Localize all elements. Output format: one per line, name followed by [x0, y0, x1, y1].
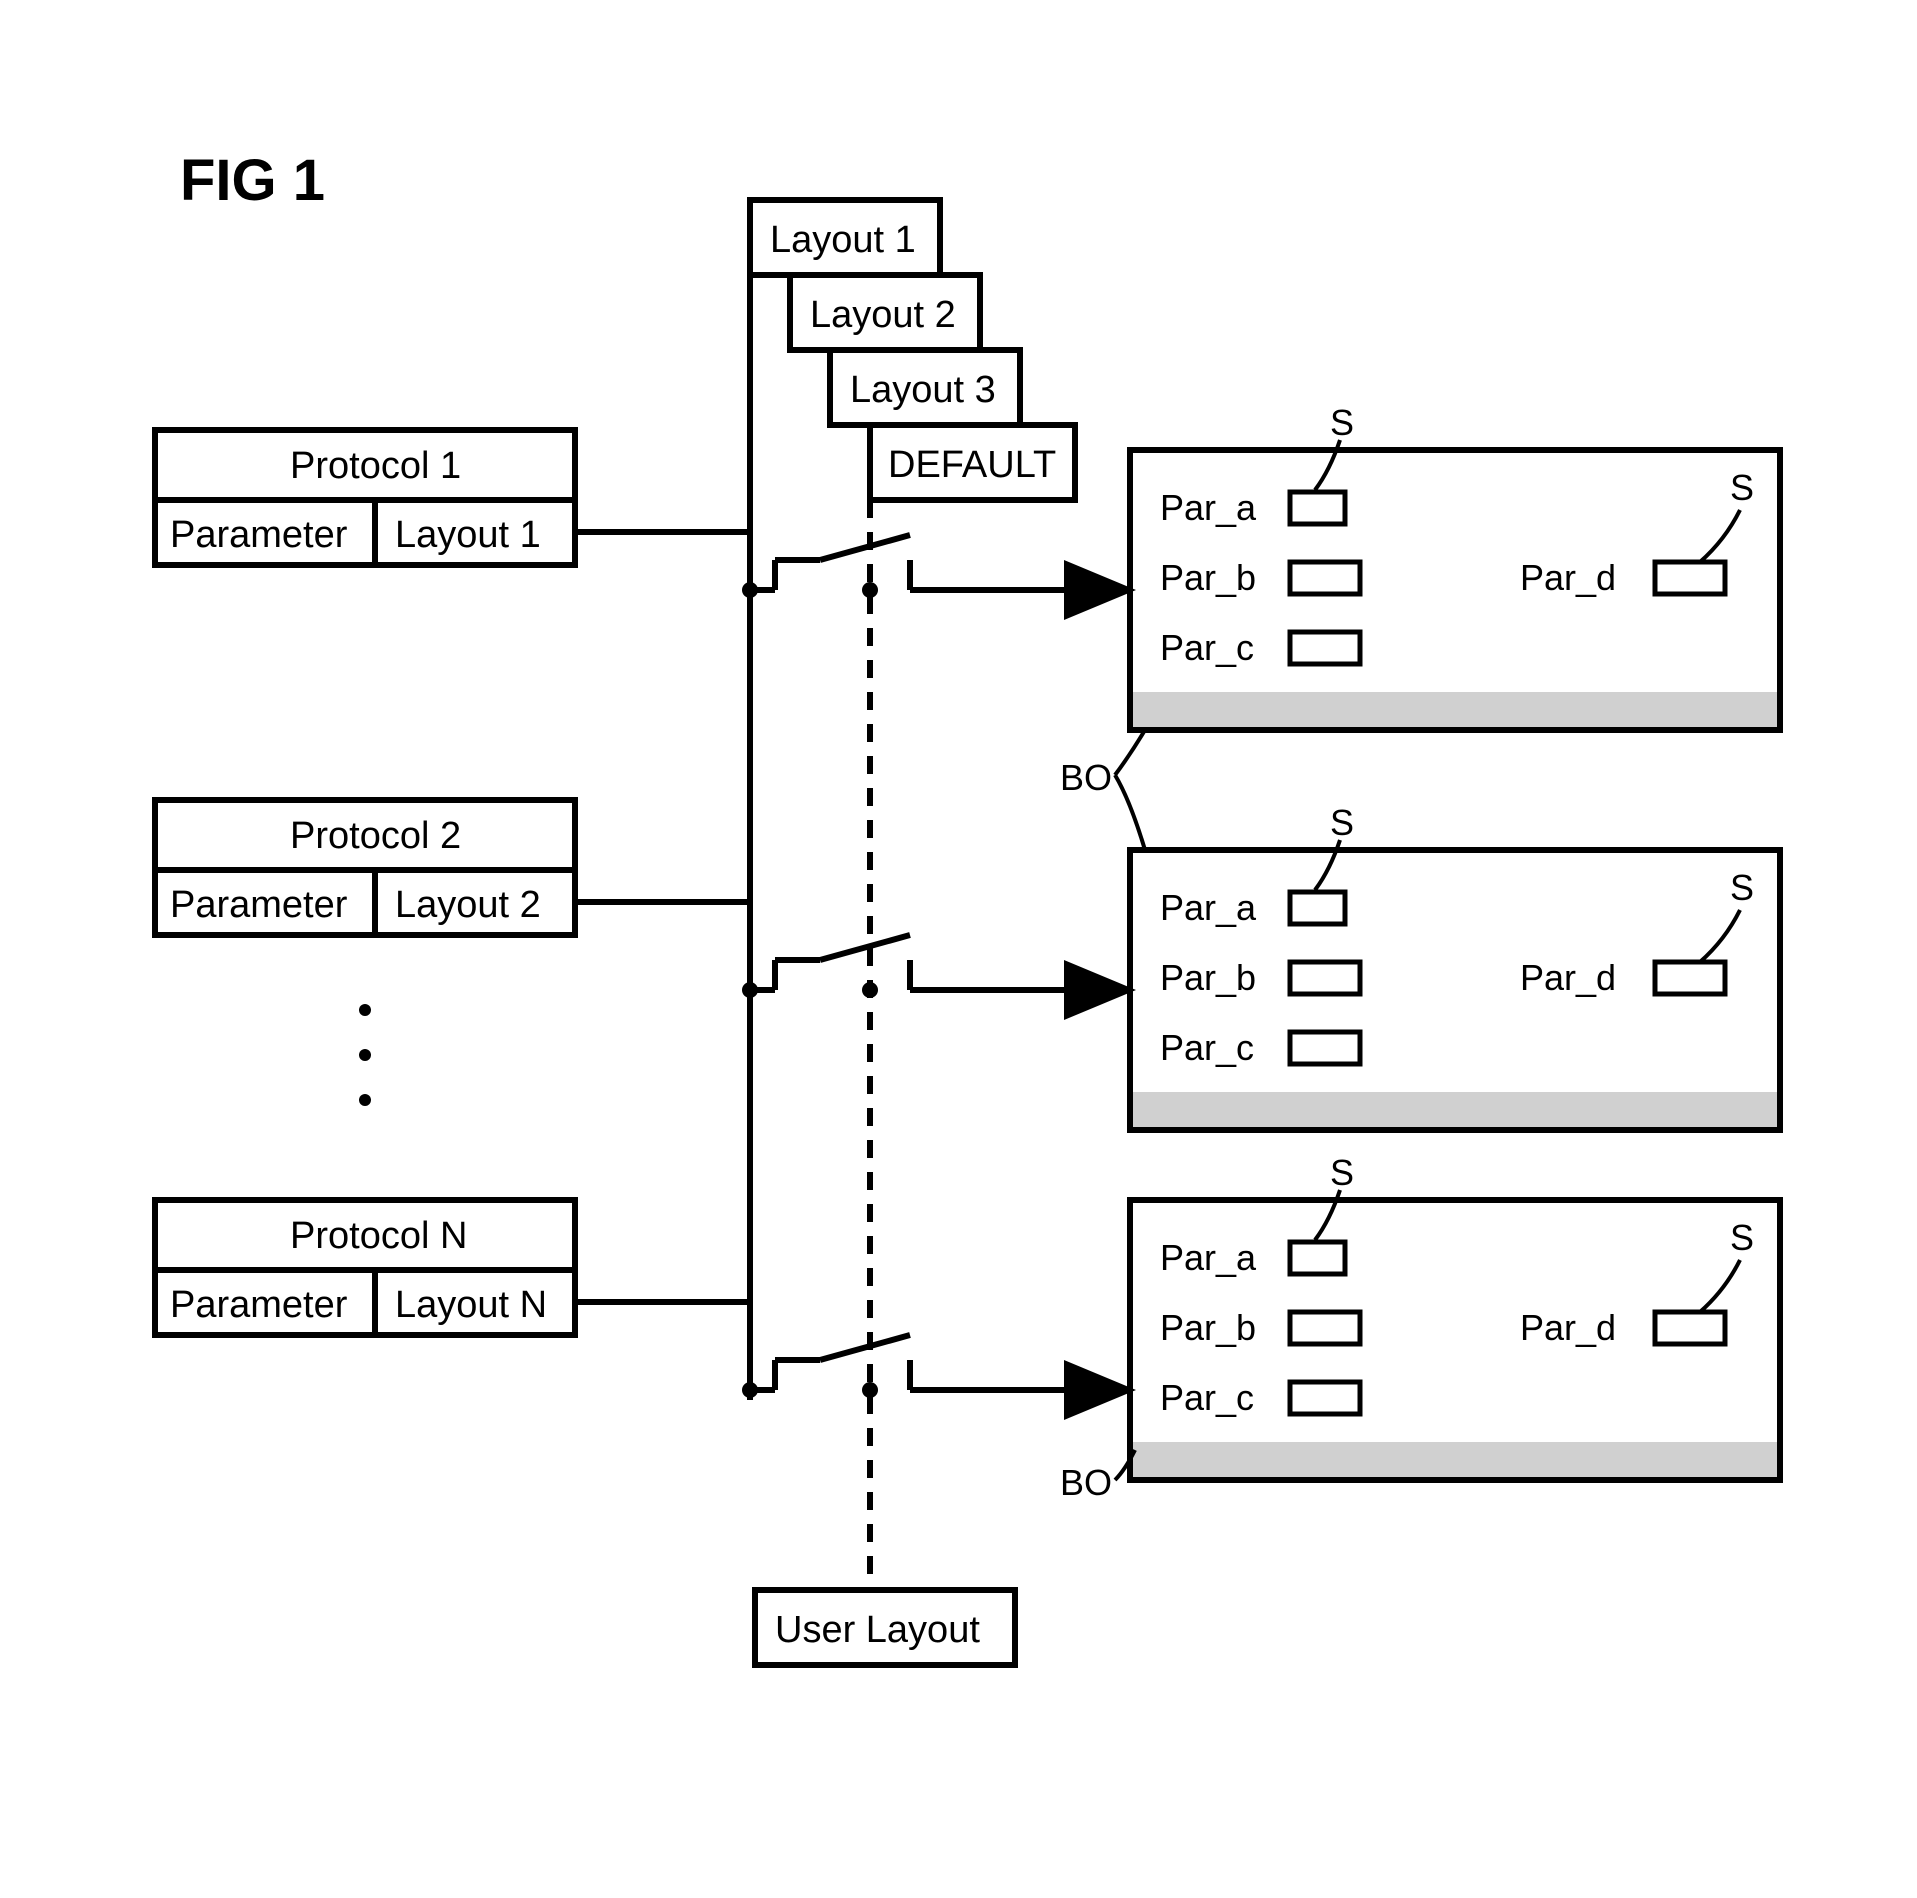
figure-label: FIG 1: [180, 148, 325, 213]
protocol-1-layout: Layout 1: [395, 514, 541, 556]
protocol-2-layout: Layout 2: [395, 884, 541, 926]
panel3-par-c: Par_c: [1160, 1377, 1254, 1418]
protocol-n-layout: Layout N: [395, 1284, 547, 1326]
panel2-par-d: Par_d: [1520, 957, 1616, 998]
output-panel-3: Par_a Par_b Par_c Par_d S S: [1130, 1152, 1780, 1480]
panel2-par-b: Par_b: [1160, 957, 1256, 998]
panel3-s-2: S: [1730, 1217, 1754, 1258]
panel1-s-1: S: [1330, 402, 1354, 443]
diagram-svg: FIG 1 Layout 1 Layout 2 Layout 3 DEFAULT…: [0, 0, 1917, 1898]
panel2-par-a: Par_a: [1160, 887, 1257, 928]
panel3-par-b: Par_b: [1160, 1307, 1256, 1348]
panel1-par-a: Par_a: [1160, 487, 1257, 528]
layout-stack-item-2: Layout 3: [850, 369, 996, 411]
protocol-1-param: Parameter: [170, 514, 348, 556]
switch-1: [742, 535, 1130, 598]
switch-2: [742, 935, 1130, 998]
bo-label-1: BO: [1060, 757, 1112, 798]
panel1-s-2: S: [1730, 467, 1754, 508]
layout-stack: Layout 1 Layout 2 Layout 3 DEFAULT: [750, 200, 1075, 500]
layout-stack-item-1: Layout 2: [810, 294, 956, 336]
protocol-n-title: Protocol N: [290, 1215, 467, 1257]
ellipsis: [359, 1004, 371, 1106]
layout-stack-item-3: DEFAULT: [888, 444, 1056, 486]
output-panel-1: Par_a Par_b Par_c Par_d S S: [1130, 402, 1780, 730]
panel3-par-d: Par_d: [1520, 1307, 1616, 1348]
panel1-par-c: Par_c: [1160, 627, 1254, 668]
panel1-par-d: Par_d: [1520, 557, 1616, 598]
protocol-2-param: Parameter: [170, 884, 348, 926]
layout-stack-item-0: Layout 1: [770, 219, 916, 261]
switch-3: [742, 1335, 1130, 1398]
protocol-box-2: Protocol 2 Parameter Layout 2: [155, 800, 575, 935]
bo-label-2: BO: [1060, 1462, 1112, 1503]
user-layout-box: User Layout: [755, 1590, 1015, 1665]
protocol-2-title: Protocol 2: [290, 815, 461, 857]
panel2-s-1: S: [1330, 802, 1354, 843]
panel1-par-b: Par_b: [1160, 557, 1256, 598]
protocol-n-param: Parameter: [170, 1284, 348, 1326]
panel3-par-a: Par_a: [1160, 1237, 1257, 1278]
panel2-par-c: Par_c: [1160, 1027, 1254, 1068]
protocol-box-n: Protocol N Parameter Layout N: [155, 1200, 575, 1335]
panel3-s-1: S: [1330, 1152, 1354, 1193]
output-panel-2: Par_a Par_b Par_c Par_d S S: [1130, 802, 1780, 1130]
panel2-s-2: S: [1730, 867, 1754, 908]
protocol-box-1: Protocol 1 Parameter Layout 1: [155, 430, 575, 565]
user-layout-label: User Layout: [775, 1609, 980, 1651]
protocol-1-title: Protocol 1: [290, 445, 461, 487]
